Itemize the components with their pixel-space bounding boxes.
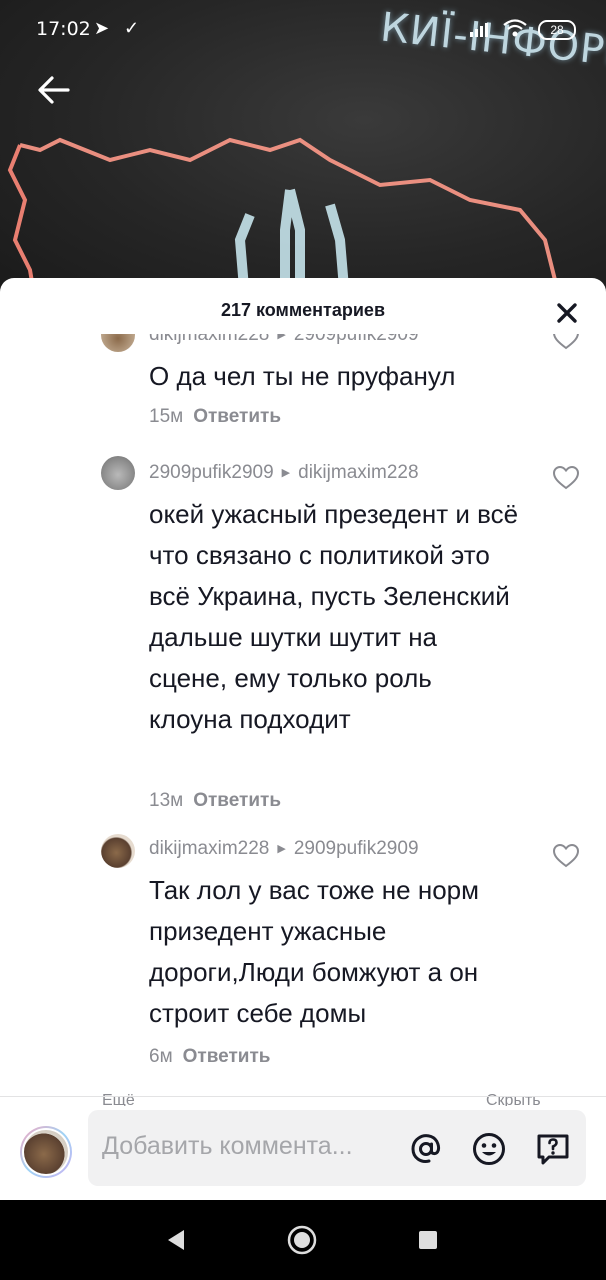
comment-meta: 6м Ответить bbox=[149, 1046, 270, 1068]
reply-button[interactable]: Ответить bbox=[193, 790, 281, 811]
comment-reply-to[interactable]: dikijmaxim228 bbox=[298, 462, 418, 483]
comment-author[interactable]: 2909pufik2909 bbox=[149, 462, 274, 483]
download-done-icon: ✓ bbox=[124, 18, 140, 38]
avatar[interactable] bbox=[101, 456, 135, 490]
nav-home-icon[interactable] bbox=[286, 1224, 318, 1256]
system-navigation-bar bbox=[0, 1200, 606, 1280]
comment-text: Так лол у вас тоже не норм призедент ужа… bbox=[149, 875, 480, 1028]
show-more-replies-button[interactable]: Ещё bbox=[102, 1092, 135, 1106]
comment-text: О да чел ты не пруфанул bbox=[149, 361, 456, 391]
comments-count-title: 217 комментариев bbox=[220, 300, 386, 320]
status-time: 17:02 bbox=[36, 18, 91, 40]
emoji-icon[interactable] bbox=[471, 1131, 507, 1167]
comment-time: 6м bbox=[149, 1046, 173, 1067]
comment-names: dikijmaxim228 ▶ 2909pufik2909 bbox=[149, 838, 419, 860]
comment-time: 13м bbox=[149, 790, 184, 811]
nav-recents-icon[interactable] bbox=[418, 1230, 438, 1250]
divider bbox=[0, 1096, 606, 1097]
comment-names: 2909pufik2909 ▶ dikijmaxim228 bbox=[149, 462, 419, 484]
comment-meta: 15м Ответить bbox=[149, 406, 281, 428]
wifi-icon bbox=[503, 19, 527, 37]
comment-names: dikijmaxim228 ▶ 2909pufik2909 bbox=[149, 334, 419, 346]
close-icon[interactable] bbox=[552, 298, 582, 328]
comments-list[interactable]: dikijmaxim228 ▶ 2909pufik2909 О да чел ты … bbox=[0, 334, 606, 1094]
question-icon[interactable] bbox=[535, 1131, 571, 1167]
comment-reply-to[interactable]: 2909pufik2909 bbox=[294, 334, 419, 345]
avatar[interactable] bbox=[101, 334, 135, 352]
back-arrow-icon[interactable] bbox=[34, 70, 74, 110]
user-avatar[interactable] bbox=[20, 1126, 72, 1178]
comments-sheet: 217 комментариев dikijmaxim228 ▶ 2909pufik… bbox=[0, 278, 606, 1200]
comment-author[interactable]: dikijmaxim228 bbox=[149, 334, 269, 345]
heart-icon[interactable] bbox=[552, 464, 580, 492]
heart-icon[interactable] bbox=[552, 334, 580, 352]
comment-input[interactable]: Добавить коммента... bbox=[88, 1110, 586, 1186]
signal-icon bbox=[470, 23, 488, 37]
reply-arrow-icon: ▶ bbox=[277, 334, 286, 341]
battery-indicator: 28 bbox=[538, 20, 576, 40]
comment-reply-to[interactable]: 2909pufik2909 bbox=[294, 838, 419, 859]
mention-icon[interactable] bbox=[408, 1131, 444, 1167]
comment-input-placeholder: Добавить коммента... bbox=[102, 1132, 353, 1160]
comment-meta: 13м Ответить bbox=[149, 790, 281, 812]
heart-icon[interactable] bbox=[552, 842, 580, 870]
reply-button[interactable]: Ответить bbox=[193, 406, 281, 427]
status-bar: 17:02 ➤ ✓ 28 bbox=[0, 0, 606, 56]
comment-time: 15м bbox=[149, 406, 184, 427]
telegram-icon: ➤ bbox=[94, 18, 110, 38]
reply-arrow-icon: ▶ bbox=[277, 843, 286, 855]
hide-replies-button[interactable]: Скрыть bbox=[486, 1092, 541, 1106]
comment-text: окей ужасный презедент и всё что связано… bbox=[149, 499, 519, 734]
nav-back-icon[interactable] bbox=[164, 1228, 186, 1252]
reply-button[interactable]: Ответить bbox=[183, 1046, 271, 1067]
comment-author[interactable]: dikijmaxim228 bbox=[149, 838, 269, 859]
avatar[interactable] bbox=[101, 834, 135, 868]
reply-arrow-icon: ▶ bbox=[281, 467, 291, 479]
